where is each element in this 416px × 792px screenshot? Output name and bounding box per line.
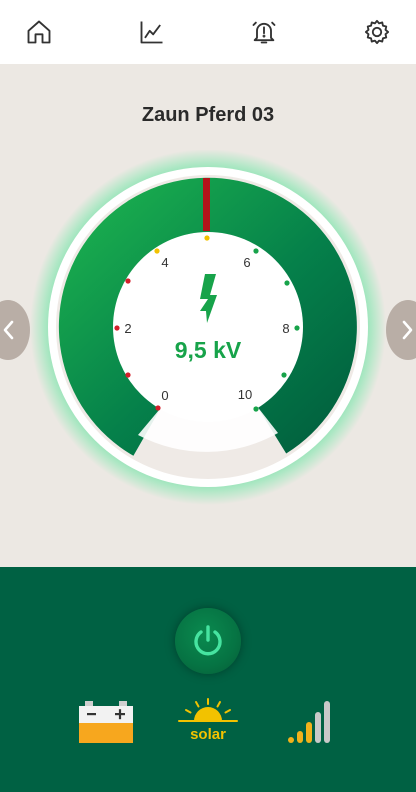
alarm-icon [252,21,276,44]
chart-icon [140,21,163,44]
power-button[interactable] [175,608,241,674]
alarm-button[interactable] [247,15,281,49]
scale-label-2: 2 [124,321,131,336]
voltage-gauge: 0 2 4 6 8 10 9,5 kV [0,149,416,520]
statistics-button[interactable] [135,15,169,49]
signal-status [287,698,335,746]
scale-label-8: 8 [282,321,289,336]
signal-icon [288,701,330,743]
settings-button[interactable] [360,15,394,49]
settings-icon [364,19,389,45]
solar-label: solar [190,726,226,743]
chevron-left-icon [3,320,14,340]
solar-icon [178,698,238,722]
scale-label-4: 4 [161,255,168,270]
scale-label-10: 10 [238,387,252,402]
scale-label-6: 6 [243,255,250,270]
battery-status [78,701,134,745]
battery-icon [79,701,133,743]
voltage-value: 9,5 kV [175,337,242,363]
home-icon [27,20,51,44]
top-navigation [0,0,416,64]
chevron-right-icon [402,320,413,340]
device-title: Zaun Pferd 03 [141,104,275,126]
solar-status: solar [176,697,240,747]
status-panel [0,567,416,792]
power-icon [194,625,222,656]
home-button[interactable] [22,15,56,49]
scale-label-0: 0 [161,388,168,403]
